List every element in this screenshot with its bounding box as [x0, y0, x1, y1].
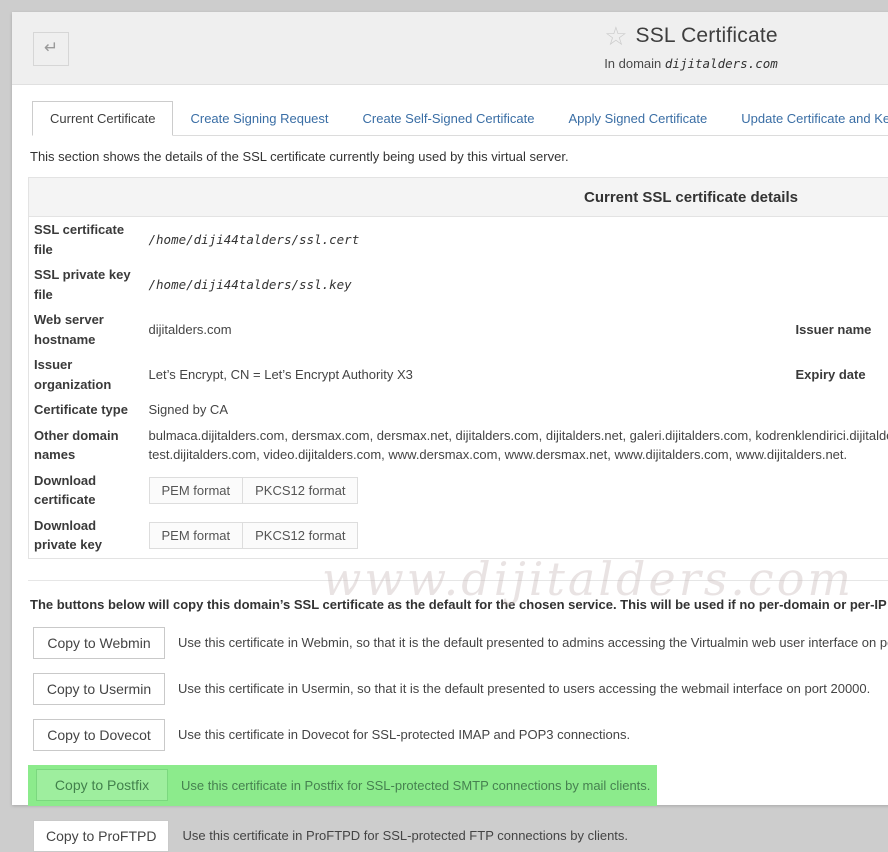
table-row: Download private key PEM formatPKCS12 fo…: [29, 513, 888, 559]
tab-update-certificate-and-key[interactable]: Update Certificate and Key: [724, 102, 888, 135]
download-cert-label: Download certificate: [29, 468, 141, 513]
header-title-block: ☆ SSL Certificate In domain dijitalders.c…: [12, 21, 888, 71]
download-key-label: Download private key: [29, 513, 141, 559]
table-row: SSL private key file /home/diji44talders…: [29, 262, 888, 307]
other-domains-line1: bulmaca.dijitalders.com, dersmax.com, de…: [149, 426, 888, 446]
copy-to-webmin-button[interactable]: Copy to Webmin: [33, 627, 165, 659]
cert-type-label: Certificate type: [29, 397, 141, 423]
download-cert-pkcs12-button[interactable]: PKCS12 format: [242, 477, 358, 504]
copy-postfix-row-highlighted: Copy to Postfix Use this certificate in …: [28, 765, 657, 806]
copy-to-dovecot-button[interactable]: Copy to Dovecot: [33, 719, 165, 751]
other-domains-label: Other domain names: [29, 423, 141, 468]
section-divider: [28, 580, 888, 581]
copy-to-proftpd-button[interactable]: Copy to ProFTPD: [33, 820, 169, 852]
star-icon[interactable]: ☆: [604, 21, 627, 51]
copy-webmin-row: Copy to Webmin Use this certificate in W…: [33, 627, 888, 659]
copy-proftpd-row: Copy to ProFTPD Use this certificate in …: [33, 820, 888, 852]
table-row: SSL certificate file /home/diji44talders…: [29, 217, 888, 263]
other-domains-value: bulmaca.dijitalders.com, dersmax.com, de…: [141, 423, 888, 468]
subtitle-prefix: In domain: [604, 56, 661, 71]
cert-file-label: SSL certificate file: [29, 217, 141, 263]
copy-webmin-desc: Use this certificate in Webmin, so that …: [178, 635, 888, 650]
copy-to-usermin-button[interactable]: Copy to Usermin: [33, 673, 165, 705]
table-row: Web server hostname dijitalders.com Issu…: [29, 307, 888, 352]
tab-create-self-signed-certificate[interactable]: Create Self-Signed Certificate: [346, 102, 552, 135]
tab-bar: Current Certificate Create Signing Reque…: [32, 102, 888, 136]
issuer-name-label: Issuer name: [788, 307, 888, 352]
table-title: Current SSL certificate details: [29, 178, 888, 217]
copy-usermin-row: Copy to Usermin Use this certificate in …: [33, 673, 888, 705]
page-subtitle: In domain dijitalders.com: [12, 56, 888, 71]
issuer-org-label: Issuer organization: [29, 352, 141, 397]
page-header: ↵ ☆SSL Certificate In domain dijitalders…: [12, 12, 888, 85]
content-card: ↵ ☆SSL Certificate In domain dijitalders…: [12, 12, 888, 805]
copy-postfix-desc: Use this certificate in Postfix for SSL-…: [181, 778, 650, 793]
tab-create-signing-request[interactable]: Create Signing Request: [173, 102, 345, 135]
copy-proftpd-desc: Use this certificate in ProFTPD for SSL-…: [182, 828, 628, 843]
tab-current-certificate[interactable]: Current Certificate: [32, 101, 173, 136]
key-file-label: SSL private key file: [29, 262, 141, 307]
download-key-pem-button[interactable]: PEM format: [149, 522, 244, 549]
table-row: Certificate type Signed by CA: [29, 397, 888, 423]
hostname-value: dijitalders.com: [141, 307, 788, 352]
domain-name: dijitalders.com: [665, 56, 778, 71]
copy-usermin-desc: Use this certificate in Usermin, so that…: [178, 681, 870, 696]
intro-text: This section shows the details of the SS…: [30, 149, 888, 164]
page-title: SSL Certificate: [636, 24, 778, 47]
copy-dovecot-row: Copy to Dovecot Use this certificate in …: [33, 719, 888, 751]
tab-apply-signed-certificate[interactable]: Apply Signed Certificate: [552, 102, 725, 135]
copy-section-heading: The buttons below will copy this domain’…: [30, 597, 888, 612]
download-key-pkcs12-button[interactable]: PKCS12 format: [242, 522, 358, 549]
download-cert-pem-button[interactable]: PEM format: [149, 477, 244, 504]
hostname-label: Web server hostname: [29, 307, 141, 352]
other-domains-line2: test.dijitalders.com, video.dijitalders.…: [149, 445, 888, 465]
copy-to-postfix-button[interactable]: Copy to Postfix: [36, 769, 168, 801]
expiry-date-label: Expiry date: [788, 352, 888, 397]
table-row: Other domain names bulmaca.dijitalders.c…: [29, 423, 888, 468]
key-file-value: /home/diji44talders/ssl.key: [149, 277, 352, 292]
table-row: Download certificate PEM formatPKCS12 fo…: [29, 468, 888, 513]
copy-rows: Copy to Webmin Use this certificate in W…: [12, 627, 888, 852]
cert-file-value: /home/diji44talders/ssl.cert: [149, 232, 360, 247]
table-row: Issuer organization Let’s Encrypt, CN = …: [29, 352, 888, 397]
cert-type-value: Signed by CA: [141, 397, 788, 423]
copy-dovecot-desc: Use this certificate in Dovecot for SSL-…: [178, 727, 630, 742]
issuer-org-value: Let’s Encrypt, CN = Let’s Encrypt Author…: [141, 352, 788, 397]
certificate-details-table: Current SSL certificate details SSL cert…: [28, 177, 888, 559]
